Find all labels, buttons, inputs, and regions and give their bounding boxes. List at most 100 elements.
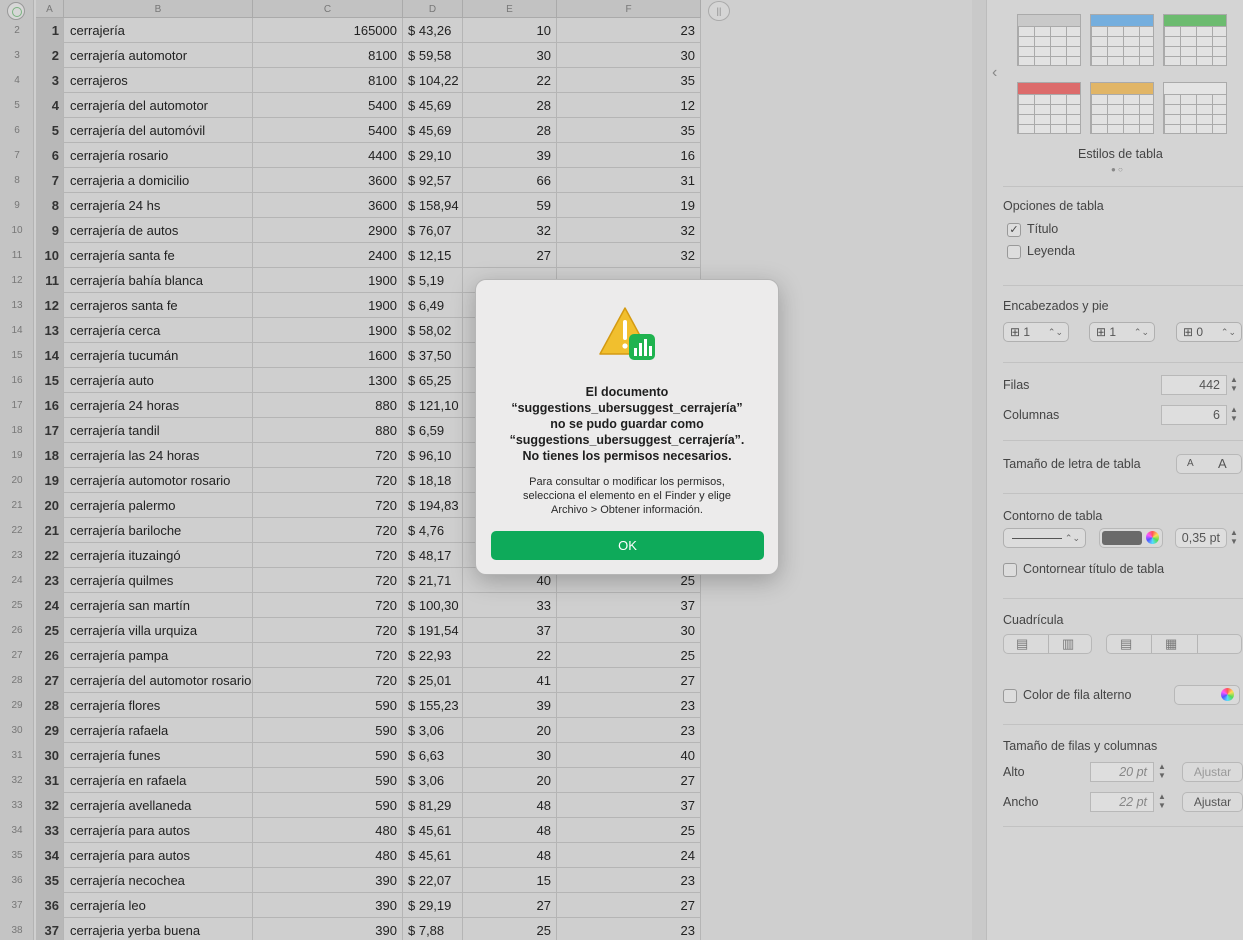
cpc-cell[interactable]: $ 22,93 bbox=[403, 643, 463, 668]
volume-cell[interactable]: 480 bbox=[253, 818, 403, 843]
header-cols-stepper[interactable]: ⊞ 1 ⌃⌄ bbox=[1089, 322, 1155, 342]
row-number[interactable]: 16 bbox=[0, 368, 34, 393]
row-index-cell[interactable]: 13 bbox=[36, 318, 64, 343]
row-number[interactable]: 31 bbox=[0, 743, 34, 768]
header-row-lines-icon[interactable]: ▤ bbox=[1120, 636, 1132, 652]
row-number[interactable]: 23 bbox=[0, 543, 34, 568]
row-number[interactable]: 21 bbox=[0, 493, 34, 518]
cpc-cell[interactable]: $ 48,17 bbox=[403, 543, 463, 568]
row-number[interactable]: 7 bbox=[0, 143, 34, 168]
seo-difficulty-cell[interactable]: 31 bbox=[557, 168, 701, 193]
paid-difficulty-cell[interactable]: 15 bbox=[463, 868, 557, 893]
cpc-cell[interactable]: $ 29,10 bbox=[403, 143, 463, 168]
width-stepper[interactable]: ▲ ▼ bbox=[1157, 792, 1167, 812]
cpc-cell[interactable]: $ 92,57 bbox=[403, 168, 463, 193]
alt-row-color-well[interactable] bbox=[1174, 685, 1240, 705]
keyword-cell[interactable]: cerrajeria a domicilio bbox=[64, 168, 253, 193]
rows-field[interactable]: 442 bbox=[1161, 375, 1227, 395]
row-index-cell[interactable]: 26 bbox=[36, 643, 64, 668]
paid-difficulty-cell[interactable]: 28 bbox=[463, 118, 557, 143]
keyword-cell[interactable]: cerrajería tandil bbox=[64, 418, 253, 443]
seo-difficulty-cell[interactable]: 23 bbox=[557, 868, 701, 893]
cpc-cell[interactable]: $ 45,69 bbox=[403, 118, 463, 143]
cpc-cell[interactable]: $ 45,69 bbox=[403, 93, 463, 118]
volume-cell[interactable]: 390 bbox=[253, 918, 403, 940]
font-larger-button[interactable]: A bbox=[1218, 456, 1227, 471]
volume-cell[interactable]: 8100 bbox=[253, 68, 403, 93]
height-field[interactable]: 20 pt bbox=[1090, 762, 1154, 782]
cpc-cell[interactable]: $ 43,26 bbox=[403, 18, 463, 43]
row-number[interactable]: 13 bbox=[0, 293, 34, 318]
paid-difficulty-cell[interactable]: 39 bbox=[463, 143, 557, 168]
cpc-cell[interactable]: $ 58,02 bbox=[403, 318, 463, 343]
row-index-cell[interactable]: 16 bbox=[36, 393, 64, 418]
row-number[interactable]: 26 bbox=[0, 618, 34, 643]
row-number[interactable]: 12 bbox=[0, 268, 34, 293]
seo-difficulty-cell[interactable]: 23 bbox=[557, 918, 701, 940]
cpc-cell[interactable]: $ 3,06 bbox=[403, 768, 463, 793]
footer-rows-stepper[interactable]: ⊞ 0 ⌃⌄ bbox=[1176, 322, 1242, 342]
paid-difficulty-cell[interactable]: 27 bbox=[463, 243, 557, 268]
cpc-cell[interactable]: $ 21,71 bbox=[403, 568, 463, 593]
row-number[interactable]: 24 bbox=[0, 568, 34, 593]
height-stepper[interactable]: ▲ ▼ bbox=[1157, 762, 1167, 782]
keyword-cell[interactable]: cerrajeros santa fe bbox=[64, 293, 253, 318]
paid-difficulty-cell[interactable]: 48 bbox=[463, 843, 557, 868]
title-checkbox[interactable]: ✓ bbox=[1007, 223, 1021, 237]
volume-cell[interactable]: 720 bbox=[253, 668, 403, 693]
keyword-cell[interactable]: cerrajería rafaela bbox=[64, 718, 253, 743]
volume-cell[interactable]: 590 bbox=[253, 718, 403, 743]
cpc-cell[interactable]: $ 25,01 bbox=[403, 668, 463, 693]
row-index-cell[interactable]: 10 bbox=[36, 243, 64, 268]
volume-cell[interactable]: 590 bbox=[253, 793, 403, 818]
row-index-cell[interactable]: 34 bbox=[36, 843, 64, 868]
row-number[interactable]: 22 bbox=[0, 518, 34, 543]
seo-difficulty-cell[interactable]: 25 bbox=[557, 643, 701, 668]
cpc-cell[interactable]: $ 104,22 bbox=[403, 68, 463, 93]
volume-cell[interactable]: 720 bbox=[253, 543, 403, 568]
row-number[interactable]: 29 bbox=[0, 693, 34, 718]
table-style-4[interactable] bbox=[1017, 82, 1081, 134]
outline-width-stepper[interactable]: ▲ ▼ bbox=[1229, 528, 1239, 548]
rows-stepper[interactable]: ▲ ▼ bbox=[1229, 375, 1239, 395]
keyword-cell[interactable]: cerrajería funes bbox=[64, 743, 253, 768]
volume-cell[interactable]: 2400 bbox=[253, 243, 403, 268]
row-index-cell[interactable]: 6 bbox=[36, 143, 64, 168]
col-letter-c[interactable]: C bbox=[253, 0, 403, 18]
row-index-cell[interactable]: 22 bbox=[36, 543, 64, 568]
row-number[interactable]: 19 bbox=[0, 443, 34, 468]
volume-cell[interactable]: 720 bbox=[253, 443, 403, 468]
volume-cell[interactable]: 1900 bbox=[253, 268, 403, 293]
row-number[interactable]: 3 bbox=[0, 43, 34, 68]
volume-cell[interactable]: 1300 bbox=[253, 368, 403, 393]
row-number[interactable]: 28 bbox=[0, 668, 34, 693]
cpc-cell[interactable]: $ 7,88 bbox=[403, 918, 463, 940]
table-style-1[interactable] bbox=[1017, 14, 1081, 66]
volume-cell[interactable]: 5400 bbox=[253, 93, 403, 118]
seo-difficulty-cell[interactable]: 35 bbox=[557, 118, 701, 143]
keyword-cell[interactable]: cerrajería san martín bbox=[64, 593, 253, 618]
table-style-5[interactable] bbox=[1090, 82, 1154, 134]
row-index-cell[interactable]: 31 bbox=[36, 768, 64, 793]
keyword-cell[interactable]: cerrajería bariloche bbox=[64, 518, 253, 543]
cpc-cell[interactable]: $ 96,10 bbox=[403, 443, 463, 468]
row-index-cell[interactable]: 21 bbox=[36, 518, 64, 543]
cpc-cell[interactable]: $ 5,19 bbox=[403, 268, 463, 293]
keyword-cell[interactable]: cerrajería las 24 horas bbox=[64, 443, 253, 468]
seo-difficulty-cell[interactable]: 27 bbox=[557, 668, 701, 693]
volume-cell[interactable]: 720 bbox=[253, 468, 403, 493]
keyword-cell[interactable]: cerrajería ituzaingó bbox=[64, 543, 253, 568]
cpc-cell[interactable]: $ 18,18 bbox=[403, 468, 463, 493]
row-number[interactable]: 18 bbox=[0, 418, 34, 443]
paid-difficulty-cell[interactable]: 25 bbox=[463, 918, 557, 940]
font-smaller-button[interactable]: A bbox=[1187, 458, 1194, 469]
paid-difficulty-cell[interactable]: 28 bbox=[463, 93, 557, 118]
volume-cell[interactable]: 3600 bbox=[253, 168, 403, 193]
keyword-cell[interactable]: cerrajería tucumán bbox=[64, 343, 253, 368]
paid-difficulty-cell[interactable]: 30 bbox=[463, 43, 557, 68]
volume-cell[interactable]: 1600 bbox=[253, 343, 403, 368]
width-field[interactable]: 22 pt bbox=[1090, 792, 1154, 812]
cpc-cell[interactable]: $ 191,54 bbox=[403, 618, 463, 643]
row-index-cell[interactable]: 25 bbox=[36, 618, 64, 643]
volume-cell[interactable]: 720 bbox=[253, 493, 403, 518]
